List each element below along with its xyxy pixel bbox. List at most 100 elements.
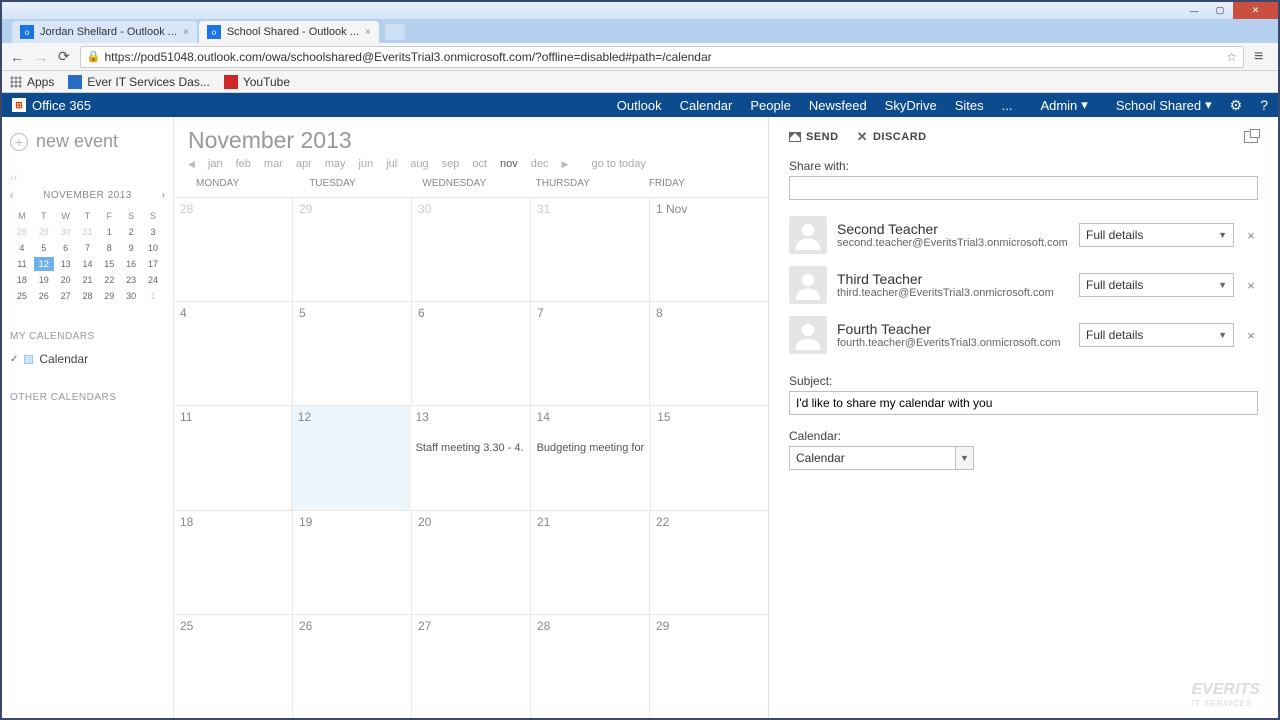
permission-select[interactable]: Full details▼ — [1079, 323, 1234, 347]
mini-cal-day[interactable]: 30 — [121, 289, 141, 303]
mini-next-month[interactable]: › — [162, 190, 165, 201]
help-icon[interactable]: ? — [1260, 97, 1268, 113]
new-tab-button[interactable] — [385, 24, 405, 40]
month-apr[interactable]: apr — [296, 158, 312, 170]
month-jan[interactable]: jan — [208, 158, 223, 170]
mini-cal-day[interactable]: 25 — [12, 289, 32, 303]
mini-cal-day[interactable]: 23 — [121, 273, 141, 287]
forward-button[interactable]: → — [34, 49, 48, 65]
calendar-day-cell[interactable]: 29 — [293, 198, 412, 301]
nav-admin[interactable]: Admin▾ — [1040, 97, 1087, 113]
mini-cal-day[interactable]: 8 — [99, 241, 119, 255]
bookmark-item[interactable]: YouTube — [224, 75, 290, 89]
calendar-day-cell[interactable]: 21 — [531, 511, 650, 614]
calendar-day-cell[interactable]: 13Staff meeting 3.30 - 4. — [410, 406, 531, 509]
mini-cal-day[interactable]: 22 — [99, 273, 119, 287]
nav-more[interactable]: ... — [1002, 98, 1013, 113]
calendar-day-cell[interactable]: 30 — [412, 198, 531, 301]
mini-cal-day[interactable]: 17 — [143, 257, 163, 271]
month-sep[interactable]: sep — [442, 158, 460, 170]
mini-cal-day[interactable]: 9 — [121, 241, 141, 255]
calendar-day-cell[interactable]: 14Budgeting meeting for — [531, 406, 652, 509]
permission-select[interactable]: Full details▼ — [1079, 273, 1234, 297]
calendar-day-cell[interactable]: 20 — [412, 511, 531, 614]
nav-newsfeed[interactable]: Newsfeed — [809, 98, 867, 113]
month-dec[interactable]: dec — [531, 158, 549, 170]
mini-cal-day[interactable]: 21 — [78, 273, 98, 287]
month-aug[interactable]: aug — [410, 158, 428, 170]
calendar-day-cell[interactable]: 11 — [174, 406, 292, 509]
window-minimize-button[interactable]: — — [1181, 2, 1207, 19]
month-nov[interactable]: nov — [500, 158, 518, 170]
address-bar[interactable]: 🔒 https://pod51048.outlook.com/owa/schoo… — [80, 46, 1244, 68]
mini-cal-day[interactable]: 5 — [34, 241, 54, 255]
office-logo[interactable]: ⊞ Office 365 — [12, 98, 91, 113]
month-mar[interactable]: mar — [264, 158, 283, 170]
calendar-day-cell[interactable]: 6 — [412, 302, 531, 405]
bookmark-item[interactable]: Ever IT Services Das... — [68, 75, 209, 89]
prev-year[interactable]: ◀ — [188, 159, 195, 170]
mini-cal-day[interactable]: 10 — [143, 241, 163, 255]
mini-cal-day[interactable]: 26 — [34, 289, 54, 303]
mini-cal-day[interactable]: 20 — [56, 273, 76, 287]
popout-icon[interactable] — [1244, 131, 1258, 143]
calendar-day-cell[interactable]: 18 — [174, 511, 293, 614]
go-to-today[interactable]: go to today — [591, 158, 645, 170]
apps-shortcut[interactable]: Apps — [10, 75, 54, 89]
send-button[interactable]: SEND — [789, 131, 839, 143]
remove-recipient-button[interactable]: × — [1244, 278, 1258, 293]
mini-cal-day[interactable]: 28 — [78, 289, 98, 303]
account-menu[interactable]: School Shared▾ — [1116, 97, 1212, 113]
permission-select[interactable]: Full details▼ — [1079, 223, 1234, 247]
reload-button[interactable]: ⟳ — [58, 48, 70, 65]
calendar-event[interactable]: Budgeting meeting for — [537, 442, 645, 454]
calendar-day-cell[interactable]: 28 — [531, 615, 650, 718]
settings-gear-icon[interactable]: ⚙ — [1230, 97, 1243, 114]
mini-cal-day[interactable]: 3 — [143, 225, 163, 239]
mini-cal-day[interactable]: 14 — [78, 257, 98, 271]
calendar-day-cell[interactable]: 29 — [650, 615, 768, 718]
tab-close-icon[interactable]: × — [359, 27, 371, 38]
nav-skydrive[interactable]: SkyDrive — [885, 98, 937, 113]
mini-cal-day[interactable]: 1 — [143, 289, 163, 303]
mini-prev-month[interactable]: ‹ — [10, 190, 13, 201]
month-jun[interactable]: jun — [359, 158, 374, 170]
calendar-day-cell[interactable]: 28 — [174, 198, 293, 301]
remove-recipient-button[interactable]: × — [1244, 328, 1258, 343]
month-may[interactable]: may — [325, 158, 346, 170]
mini-cal-day[interactable]: 28 — [12, 225, 32, 239]
calendar-day-cell[interactable]: 19 — [293, 511, 412, 614]
window-close-button[interactable]: ✕ — [1233, 2, 1278, 19]
collapse-icon[interactable]: ‹‹ — [10, 172, 165, 184]
calendar-day-cell[interactable]: 7 — [531, 302, 650, 405]
mini-cal-day[interactable]: 19 — [34, 273, 54, 287]
browser-tab[interactable]: o School Shared - Outlook ... × — [199, 21, 379, 43]
mini-cal-day[interactable]: 7 — [78, 241, 98, 255]
calendar-event[interactable]: Staff meeting 3.30 - 4. — [416, 442, 524, 454]
mini-cal-day[interactable]: 6 — [56, 241, 76, 255]
nav-calendar[interactable]: Calendar — [680, 98, 733, 113]
mini-cal-day[interactable]: 4 — [12, 241, 32, 255]
month-feb[interactable]: feb — [236, 158, 251, 170]
nav-people[interactable]: People — [750, 98, 790, 113]
share-with-input[interactable] — [789, 176, 1258, 200]
calendar-day-cell[interactable]: 22 — [650, 511, 768, 614]
calendar-day-cell[interactable]: 31 — [531, 198, 650, 301]
month-jul[interactable]: jul — [386, 158, 397, 170]
calendar-day-cell[interactable]: 25 — [174, 615, 293, 718]
discard-button[interactable]: ✕DISCARD — [857, 129, 927, 145]
mini-cal-day[interactable]: 1 — [99, 225, 119, 239]
calendar-day-cell[interactable]: 8 — [650, 302, 768, 405]
calendar-day-cell[interactable]: 1 Nov — [650, 198, 768, 301]
mini-cal-day[interactable]: 13 — [56, 257, 76, 271]
calendar-day-cell[interactable]: 15 — [651, 406, 768, 509]
bookmark-star-icon[interactable]: ☆ — [1226, 50, 1237, 64]
chrome-menu-button[interactable]: ≡ — [1254, 48, 1270, 66]
window-maximize-button[interactable]: ▢ — [1207, 2, 1233, 19]
calendar-select[interactable]: Calendar ▼ — [789, 446, 974, 470]
month-oct[interactable]: oct — [472, 158, 487, 170]
tab-close-icon[interactable]: × — [177, 27, 189, 38]
new-event-button[interactable]: + new event — [10, 131, 165, 152]
calendar-day-cell[interactable]: 12 — [292, 406, 410, 509]
nav-outlook[interactable]: Outlook — [617, 98, 662, 113]
